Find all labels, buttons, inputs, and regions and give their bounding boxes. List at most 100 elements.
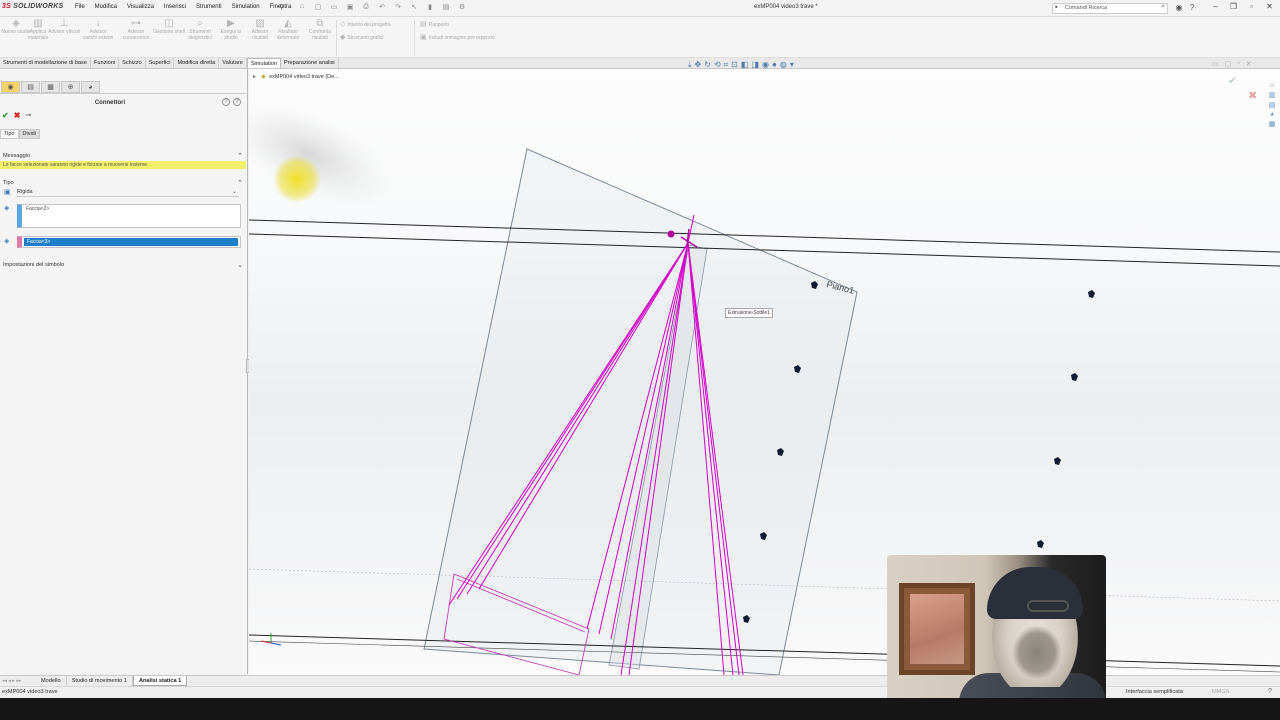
ribbon-connection-advisor-button[interactable]: ⊶ Advisor connessioni — [120, 19, 152, 41]
confirm-corner-close-icon[interactable]: ✖ — [1248, 89, 1257, 102]
ribbon-run-study-button[interactable]: ▶ Esegui lo studio — [215, 19, 247, 41]
appearances-icon[interactable]: ◕ — [1265, 111, 1279, 118]
face-set-1-field[interactable]: Faccia<2> — [17, 204, 241, 228]
ribbon-compare-results-button[interactable]: ⧉ Confronta risultati — [304, 19, 336, 41]
ribbon-diagnostic-tools-button[interactable]: ⌕ Strumenti diagnostici — [184, 19, 216, 41]
viewport-tile-icon[interactable]: ▢ — [1225, 60, 1232, 68]
feature-tree-root[interactable]: ▸ ◆ exMP004 video3 trave (De... — [253, 74, 339, 80]
minimize-icon[interactable]: – — [1211, 2, 1220, 11]
graphics-area[interactable]: Piano1 ▸ ◆ exMP004 video3 trave (De... E… — [249, 69, 1280, 675]
undo-icon[interactable]: ↶ — [376, 3, 388, 11]
rotate-view-icon[interactable]: ↻ — [704, 60, 711, 70]
print-icon[interactable]: ⎙ — [360, 3, 372, 11]
display-style-icon[interactable]: ◨ — [751, 60, 759, 70]
hide-show-icon[interactable]: ◉ — [762, 60, 769, 70]
dynamic-annotation-icon[interactable]: ⊡ — [731, 60, 738, 70]
subtab-split[interactable]: Dividi — [18, 129, 40, 139]
rebuild-icon[interactable]: ▮ — [424, 3, 436, 11]
search-scope-icon[interactable]: ▪ — [1055, 4, 1057, 11]
display-manager-tab-icon[interactable]: ◕ — [81, 81, 100, 93]
previous-view-icon[interactable]: ⟲ — [714, 60, 721, 70]
ok-check-icon[interactable]: ✔ — [2, 111, 9, 120]
view-orientation-icon[interactable]: ◧ — [741, 60, 749, 70]
cancel-x-icon[interactable]: ✖ — [14, 111, 21, 120]
face-set-2-field[interactable]: Faccia<3> — [17, 236, 241, 248]
ribbon-design-intent-button[interactable]: ◇ Intento del progetto — [340, 20, 390, 28]
tab-simulation[interactable]: Simulation — [246, 58, 281, 68]
subtab-type[interactable]: Tipo — [0, 129, 19, 139]
collapse-chevron-icon[interactable]: ⌃ — [237, 152, 243, 160]
resources-icon[interactable]: ⌂ — [1265, 82, 1279, 89]
tab-sketch[interactable]: Schizzo — [119, 58, 146, 68]
menu-visualizza[interactable]: Visualizza — [122, 4, 159, 10]
viewport-close-icon[interactable]: ✕ — [1246, 60, 1252, 68]
restore-icon[interactable]: ❐ — [1229, 2, 1238, 11]
tab-static-analysis[interactable]: Analisi statica 1 — [132, 676, 188, 686]
ribbon-image-report-button[interactable]: ▣ Includi immagine per rapporto — [420, 33, 495, 41]
zoom-to-fit-icon[interactable]: ⤓ — [688, 60, 692, 70]
save-icon[interactable]: ▣ — [344, 3, 356, 11]
menu-strumenti[interactable]: Strumenti — [191, 4, 227, 10]
app-logo[interactable]: 3S SOLIDWORKS — [2, 3, 63, 10]
viewport-restore-icon[interactable]: ▫ — [1237, 60, 1239, 68]
file-explorer-icon[interactable]: ▤ — [1265, 101, 1279, 109]
section-view-icon[interactable]: ⌗ — [724, 60, 729, 70]
edit-appearance-icon[interactable]: ● — [772, 60, 777, 70]
status-interface-mode[interactable]: Interfaccia semplificata — [1126, 689, 1183, 695]
restore-down-icon[interactable]: ▫ — [1247, 2, 1256, 11]
pushpin-icon[interactable]: ⊸ — [25, 111, 31, 120]
zoom-area-icon[interactable]: ✥ — [695, 60, 702, 70]
search-icon[interactable]: ⌕ — [1161, 3, 1165, 11]
expand-arrow-icon[interactable]: ▸ — [253, 74, 256, 80]
propertymanager-tab-icon[interactable]: ▤ — [21, 81, 40, 93]
open-folder-icon[interactable]: ▭ — [328, 3, 340, 11]
close-icon[interactable]: ✕ — [1265, 2, 1274, 11]
configuration-tab-icon[interactable]: ▦ — [41, 81, 60, 93]
featuremanager-tab-icon[interactable]: ◉ — [1, 81, 20, 93]
ribbon-fixture-advisor-button[interactable]: ⊥ Advisor vincoli — [48, 19, 80, 36]
tab-analysis-prep[interactable]: Preparazione analisi — [281, 58, 339, 68]
help-icon[interactable]: ? — [1187, 3, 1197, 12]
collapse-chevron-icon[interactable]: ⌃ — [237, 179, 243, 187]
apply-scene-icon[interactable]: ◍ — [780, 60, 787, 70]
tab-surfaces[interactable]: Superfici — [146, 58, 175, 68]
select-arrow-icon[interactable]: ↖ — [408, 3, 420, 11]
menu-simulation[interactable]: Simulation — [227, 4, 265, 10]
symbol-settings-header[interactable]: Impostazioni del simbolo ⌄ — [3, 261, 245, 269]
tab-scroll-arrows[interactable]: ◂◂ ◂ ▸ ▸▸ — [2, 678, 21, 684]
tab-features[interactable]: Funzioni — [91, 58, 120, 68]
tab-evaluate[interactable]: Valutare — [219, 58, 247, 68]
menu-file[interactable]: File — [70, 4, 90, 10]
tab-model[interactable]: Modello — [36, 676, 67, 686]
confirm-corner-check-icon[interactable]: ✔ — [1228, 74, 1237, 87]
new-document-icon[interactable]: ▢ — [312, 3, 324, 11]
custom-properties-icon[interactable]: ▦ — [1265, 120, 1279, 128]
search-commands-input[interactable]: ▪ Comandi Ricerca ⌕ — [1052, 3, 1168, 14]
ribbon-plot-tools-button[interactable]: ◆ Strumenti grafici — [340, 33, 384, 41]
connector-type-select[interactable]: Rigida ⌄ — [17, 189, 239, 197]
message-section-header[interactable]: Messaggio ⌃ — [3, 152, 245, 160]
options-gear-icon[interactable]: ⚙ — [456, 3, 468, 11]
expand-chevron-icon[interactable]: ⌄ — [237, 261, 243, 269]
redo-icon[interactable]: ↷ — [392, 3, 404, 11]
dimxpert-tab-icon[interactable]: ⊕ — [61, 81, 80, 93]
tab-basic-modeling[interactable]: Strumenti di modellazione di base — [0, 58, 91, 68]
type-section-header[interactable]: Tipo ⌃ — [3, 179, 245, 187]
info-icon[interactable]: ? — [233, 98, 241, 106]
viewport-minimize-icon[interactable]: ▭ — [1212, 60, 1219, 68]
pin-menu-icon[interactable]: ⚲ — [279, 3, 284, 11]
ribbon-report-button[interactable]: ▤ Rapporto — [420, 20, 449, 28]
ribbon-deformed-result-button[interactable]: ◭ Risultato deformato — [272, 19, 304, 41]
view-settings-icon[interactable]: ▾ — [790, 60, 794, 70]
tab-motion-study[interactable]: Studio di movimento 1 — [67, 676, 133, 686]
status-units[interactable]: MMGS — [1212, 689, 1229, 695]
file-properties-icon[interactable]: ▤ — [440, 3, 452, 11]
ribbon-shell-manager-button[interactable]: ◫ Gestione shell — [153, 19, 185, 36]
help-icon[interactable]: ? — [222, 98, 230, 106]
home-icon[interactable]: ⌂ — [296, 3, 308, 11]
menu-modifica[interactable]: Modifica — [90, 4, 122, 10]
menu-inserisci[interactable]: Inserisci — [159, 4, 191, 10]
ribbon-load-advisor-button[interactable]: ↓ Advisor carichi esterni — [82, 19, 114, 41]
user-account-icon[interactable]: ◉ — [1174, 3, 1184, 12]
status-help-icon[interactable]: ? — [1268, 688, 1272, 695]
